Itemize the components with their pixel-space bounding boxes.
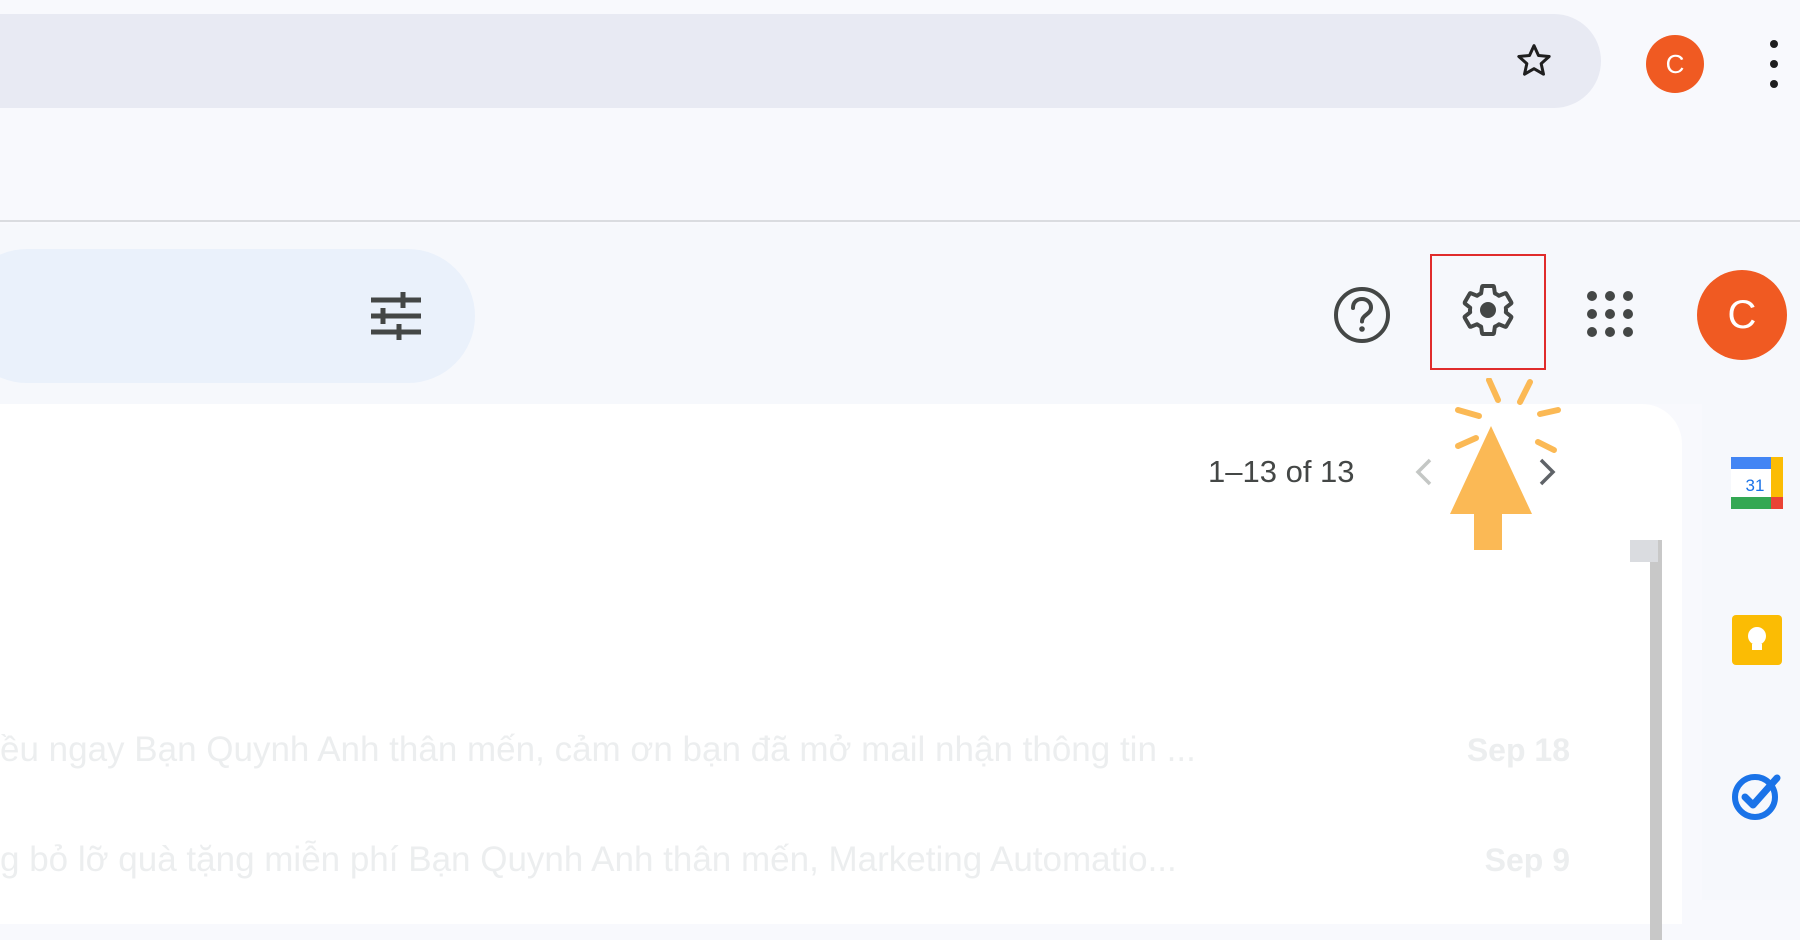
more-vert-icon[interactable] (1762, 40, 1786, 88)
address-bar[interactable] (0, 14, 1601, 108)
app-header: C (0, 224, 1800, 404)
side-apps-panel: 31 (1702, 404, 1800, 900)
email-date: Sep 18 (1466, 731, 1570, 768)
browser-profile-avatar[interactable]: C (1646, 35, 1704, 93)
scrollbar-thumb[interactable] (1630, 540, 1658, 562)
help-icon[interactable] (1331, 284, 1393, 346)
calendar-icon[interactable]: 31 (1730, 456, 1784, 510)
tasks-icon[interactable] (1730, 768, 1784, 822)
calendar-day-label: 31 (1746, 476, 1765, 495)
scrollbar[interactable] (1650, 540, 1662, 940)
keep-icon[interactable] (1730, 613, 1784, 667)
browser-toolbar: C (0, 0, 1800, 222)
list-item[interactable]: g bỏ lỡ quà tặng miễn phí Bạn Quynh Anh … (0, 820, 1580, 900)
tune-icon[interactable] (364, 284, 428, 348)
email-snippet: ều ngay Bạn Quynh Anh thân mến, cảm ơn b… (0, 730, 1196, 769)
list-item[interactable]: ều ngay Bạn Quynh Anh thân mến, cảm ơn b… (0, 710, 1580, 790)
chevron-left-icon[interactable] (1395, 442, 1455, 502)
email-date: Sep 9 (1484, 841, 1570, 878)
apps-grid-icon[interactable] (1580, 284, 1640, 344)
chevron-right-icon[interactable] (1516, 442, 1576, 502)
gear-icon (1458, 280, 1518, 345)
settings-button[interactable] (1430, 254, 1546, 370)
pagination-range: 1–13 of 13 (1208, 454, 1355, 489)
email-snippet: g bỏ lỡ quà tặng miễn phí Bạn Quynh Anh … (0, 840, 1177, 879)
bookmark-star-icon[interactable] (1511, 38, 1557, 84)
mail-list-panel: 1–13 of 13 ều ngay Bạn Quynh Anh thân mế… (0, 404, 1682, 940)
account-avatar[interactable]: C (1697, 270, 1787, 360)
